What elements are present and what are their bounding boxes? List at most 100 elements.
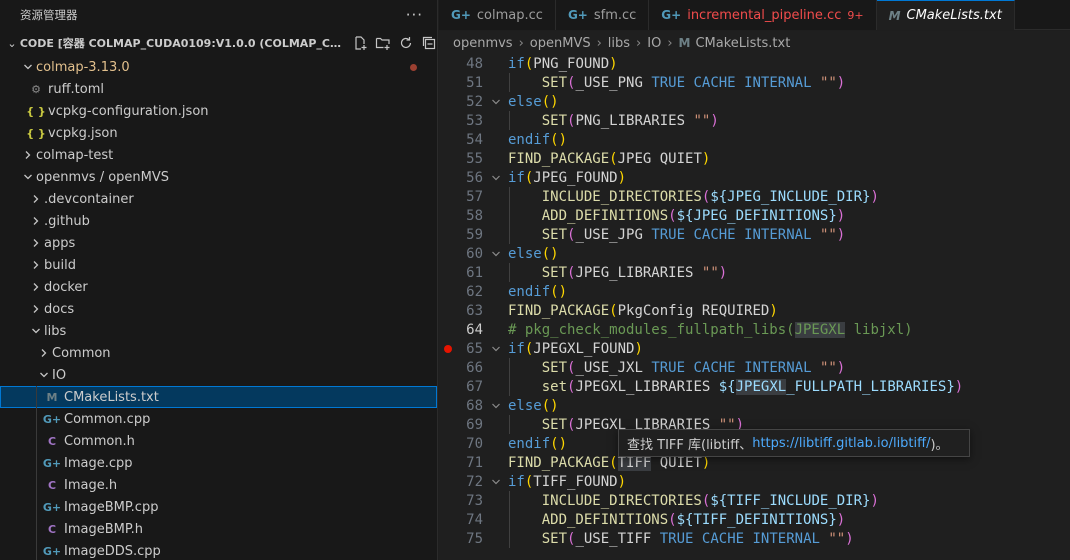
tree-item-label: CMakeLists.txt: [64, 389, 159, 405]
tree-folder[interactable]: docker: [0, 276, 437, 298]
tree-folder[interactable]: docs: [0, 298, 437, 320]
code-editor[interactable]: 48 if(PNG_FOUND) 51 SET(_USE_PNG TRUE CACH…: [439, 55, 1070, 560]
collapse-all-icon[interactable]: [420, 35, 437, 52]
tree-file[interactable]: ⚙ ruff.toml: [0, 78, 437, 100]
breadcrumb-segment[interactable]: libs: [608, 36, 630, 51]
breadcrumb-segment[interactable]: CMakeLists.txt: [695, 36, 790, 51]
chevron-right-icon[interactable]: [20, 150, 36, 160]
code-line[interactable]: 48 if(PNG_FOUND): [439, 55, 1070, 73]
chevron-down-icon[interactable]: [28, 326, 44, 336]
editor-tab[interactable]: M CMakeLists.txt: [876, 0, 1015, 30]
chevron-right-icon[interactable]: [28, 260, 44, 270]
line-number: 56: [466, 169, 483, 186]
code-line[interactable]: 64 # pkg_check_modules_fullpath_libs(JPEG…: [439, 320, 1070, 339]
code-token: endif: [508, 283, 551, 300]
tree-folder[interactable]: IO: [0, 364, 437, 386]
chevron-down-icon[interactable]: [20, 62, 36, 72]
tree-folder[interactable]: build: [0, 254, 437, 276]
code-line[interactable]: 59 SET(_USE_JPG TRUE CACHE INTERNAL ""): [439, 225, 1070, 244]
code-token: INCLUDE_DIRECTORIES: [541, 188, 702, 205]
fold-chevron-icon[interactable]: [483, 97, 508, 107]
code-line[interactable]: 53 SET(PNG_LIBRARIES ""): [439, 111, 1070, 130]
code-line[interactable]: 55 FIND_PACKAGE(JPEG QUIET): [439, 149, 1070, 168]
tab-label: colmap.cc: [476, 7, 543, 23]
fold-chevron-icon[interactable]: [483, 344, 508, 354]
chevron-down-icon[interactable]: [36, 370, 52, 380]
breakpoint-icon[interactable]: [444, 344, 452, 353]
code-line[interactable]: 65 if(JPEGXL_FOUND): [439, 339, 1070, 358]
line-number: 73: [466, 492, 483, 509]
fold-chevron-icon[interactable]: [483, 401, 508, 411]
json-file-icon: { }: [26, 126, 46, 140]
chevron-down-icon[interactable]: [20, 172, 36, 182]
code-line[interactable]: 60 else(): [439, 244, 1070, 263]
tree-file[interactable]: G+ ImageDDS.cpp: [0, 540, 437, 560]
tree-folder[interactable]: .github: [0, 210, 437, 232]
workspace-header[interactable]: ⌄ CODE [容器 COLMAP_CUDA0109:V1.0.0 (COLMA…: [0, 30, 437, 56]
tree-file[interactable]: G+ ImageBMP.cpp: [0, 496, 437, 518]
code-line[interactable]: 54 endif(): [439, 130, 1070, 149]
fold-chevron-icon[interactable]: [483, 173, 508, 183]
tree-folder[interactable]: colmap-test: [0, 144, 437, 166]
tree-folder[interactable]: .devcontainer: [0, 188, 437, 210]
chevron-right-icon[interactable]: [28, 304, 44, 314]
tree-folder[interactable]: openmvs / openMVS: [0, 166, 437, 188]
new-file-icon[interactable]: [351, 35, 368, 52]
code-line[interactable]: 61 SET(JPEG_LIBRARIES ""): [439, 263, 1070, 282]
tree-item-label: ruff.toml: [48, 81, 104, 97]
code-token: endif: [508, 435, 551, 452]
chevron-right-icon[interactable]: [28, 216, 44, 226]
refresh-icon[interactable]: [397, 35, 414, 52]
code-token: ): [769, 302, 778, 319]
tree-file[interactable]: { } vcpkg-configuration.json: [0, 100, 437, 122]
code-token: JPEGXL: [794, 321, 846, 338]
code-line[interactable]: 73 INCLUDE_DIRECTORIES(${TIFF_INCLUDE_DI…: [439, 491, 1070, 510]
fold-chevron-icon[interactable]: [483, 477, 508, 487]
tree-file[interactable]: C Image.h: [0, 474, 437, 496]
chevron-right-icon[interactable]: [28, 282, 44, 292]
code-line[interactable]: 51 SET(_USE_PNG TRUE CACHE INTERNAL ""): [439, 73, 1070, 92]
new-folder-icon[interactable]: [374, 35, 391, 52]
more-actions-icon[interactable]: ···: [406, 6, 423, 24]
code-line[interactable]: 67 set(JPEGXL_LIBRARIES ${JPEGXL_FULLPAT…: [439, 377, 1070, 396]
code-line[interactable]: 68 else(): [439, 396, 1070, 415]
tree-folder[interactable]: libs: [0, 320, 437, 342]
code-line[interactable]: 56 if(JPEG_FOUND): [439, 168, 1070, 187]
tree-file[interactable]: C Common.h: [0, 430, 437, 452]
code-token: libjxl): [845, 321, 913, 338]
h-file-icon: C: [47, 478, 57, 492]
chevron-right-icon[interactable]: [28, 238, 44, 248]
tree-file[interactable]: { } vcpkg.json: [0, 122, 437, 144]
tree-folder[interactable]: apps: [0, 232, 437, 254]
code-line[interactable]: 63 FIND_PACKAGE(PkgConfig REQUIRED): [439, 301, 1070, 320]
code-line[interactable]: 66 SET(_USE_JXL TRUE CACHE INTERNAL ""): [439, 358, 1070, 377]
breadcrumb-segment[interactable]: openMVS: [530, 36, 591, 51]
code-line[interactable]: 74 ADD_DEFINITIONS(${TIFF_DEFINITIONS}): [439, 510, 1070, 529]
editor-tab[interactable]: G+ colmap.cc: [439, 0, 556, 30]
code-text: SET(JPEG_LIBRARIES ""): [508, 265, 727, 281]
fold-chevron-icon[interactable]: [483, 249, 508, 259]
breadcrumb-segment[interactable]: IO: [647, 36, 661, 51]
chevron-right-icon[interactable]: [28, 194, 44, 204]
code-line[interactable]: 58 ADD_DEFINITIONS(${JPEG_DEFINITIONS}): [439, 206, 1070, 225]
code-text: else(): [508, 94, 559, 110]
code-line[interactable]: 72 if(TIFF_FOUND): [439, 472, 1070, 491]
tree-file[interactable]: G+ Image.cpp: [0, 452, 437, 474]
chevron-down-icon[interactable]: ⌄: [4, 37, 20, 50]
chevron-right-icon[interactable]: [36, 348, 52, 358]
code-line[interactable]: 52 else(): [439, 92, 1070, 111]
tree-file[interactable]: G+ Common.cpp: [0, 408, 437, 430]
code-token: SET: [541, 530, 568, 547]
code-line[interactable]: 57 INCLUDE_DIRECTORIES(${JPEG_INCLUDE_DI…: [439, 187, 1070, 206]
code-line[interactable]: 75 SET(_USE_TIFF TRUE CACHE INTERNAL ""): [439, 529, 1070, 548]
code-line[interactable]: 62 endif(): [439, 282, 1070, 301]
tree-folder[interactable]: Common: [0, 342, 437, 364]
editor-tab[interactable]: G+ sfm.cc: [555, 0, 650, 30]
tooltip-link[interactable]: https://libtiff.gitlab.io/libtiff/: [752, 436, 930, 451]
tree-folder[interactable]: colmap-3.13.0: [0, 56, 437, 78]
tree-file[interactable]: M CMakeLists.txt: [0, 386, 437, 408]
editor-tab[interactable]: G+ incremental_pipeline.cc 9+: [649, 0, 877, 30]
breadcrumb-segment[interactable]: openmvs: [453, 36, 513, 51]
tree-file[interactable]: C ImageBMP.h: [0, 518, 437, 540]
